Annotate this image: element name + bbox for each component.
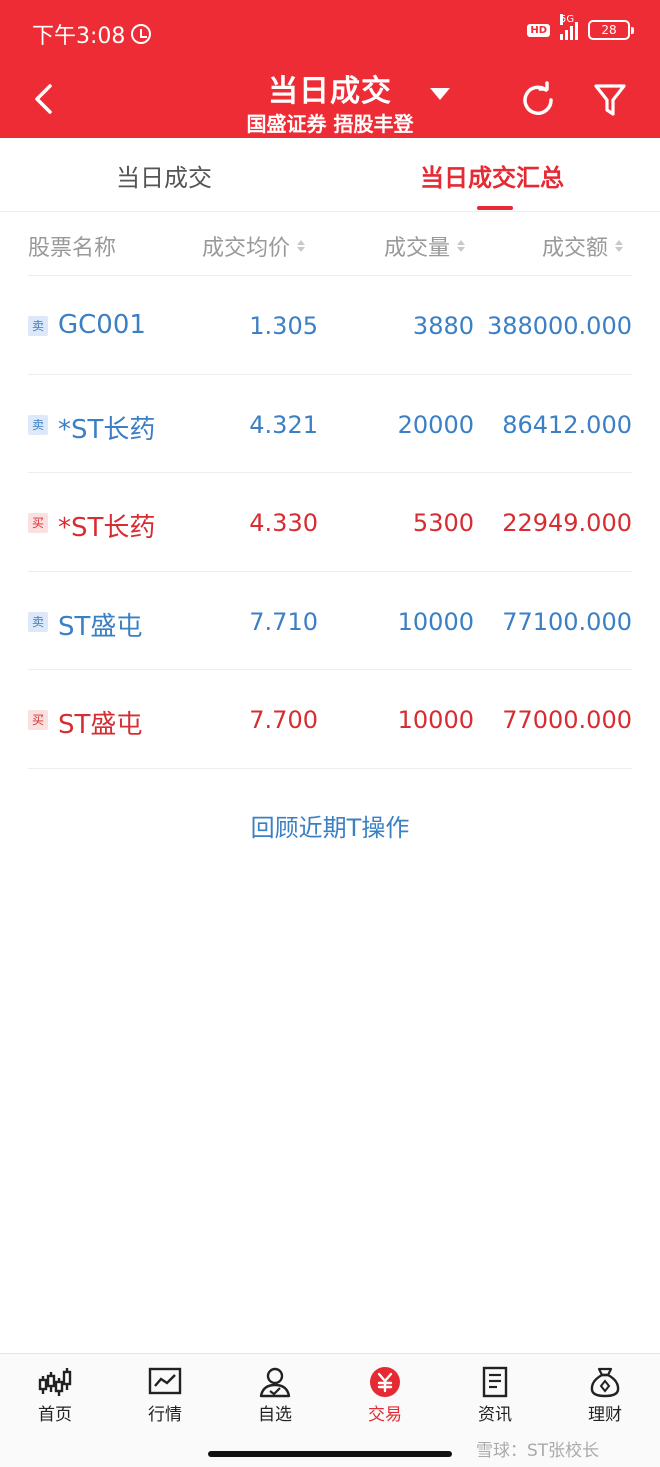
status-time: 下午3:08 xyxy=(32,24,126,49)
stock-name: ST盛屯 xyxy=(58,611,143,642)
dropdown-icon[interactable] xyxy=(430,88,450,100)
sort-icon xyxy=(615,240,624,252)
nav-watchlist-label: 自选 xyxy=(258,1405,292,1425)
status-bar: 下午3:08 HD 5G 28 xyxy=(0,0,660,66)
nav-news-label: 资讯 xyxy=(478,1405,512,1425)
network-label: 5G xyxy=(560,14,575,25)
side-badge: 买 xyxy=(28,710,48,730)
column-stock-name: 股票名称 xyxy=(28,230,116,262)
chart-icon xyxy=(148,1367,182,1395)
side-badge: 买 xyxy=(28,513,48,533)
account-name[interactable]: 国盛证券 捂股丰登 xyxy=(0,108,660,137)
document-icon xyxy=(482,1366,508,1398)
nav-quotes[interactable]: 行情 xyxy=(125,1366,205,1425)
amount: 388000.000 xyxy=(486,312,632,340)
sort-icon xyxy=(457,240,466,252)
user-check-icon xyxy=(259,1367,291,1398)
nav-home-label: 首页 xyxy=(38,1405,72,1425)
avg-price: 1.305 xyxy=(249,312,318,340)
stock-name: ST盛屯 xyxy=(58,710,143,740)
yuan-icon xyxy=(370,1367,400,1397)
side-badge: 卖 xyxy=(28,316,48,336)
table-row[interactable]: 卖 ST盛屯 7.710 10000 77100.000 xyxy=(28,572,632,670)
hd-badge: HD xyxy=(527,23,550,37)
column-avg-price[interactable]: 成交均价 xyxy=(202,230,306,262)
volume: 10000 xyxy=(397,607,474,636)
nav-bar: 当日成交 国盛证券 捂股丰登 xyxy=(0,60,660,138)
alarm-icon xyxy=(131,24,152,44)
refresh-icon[interactable] xyxy=(518,80,558,120)
signal-icon: 5G xyxy=(560,14,578,40)
nav-home[interactable]: 首页 xyxy=(15,1366,95,1425)
avg-price: 4.330 xyxy=(249,509,318,537)
column-volume[interactable]: 成交量 xyxy=(384,230,466,262)
side-badge: 卖 xyxy=(28,611,48,632)
avg-price: 4.321 xyxy=(249,410,318,439)
volume: 10000 xyxy=(397,706,474,734)
nav-trade-label: 交易 xyxy=(368,1405,402,1425)
column-amount[interactable]: 成交额 xyxy=(542,230,624,262)
sort-icon xyxy=(297,240,306,252)
volume: 3880 xyxy=(412,312,474,340)
tab-daily-trades[interactable]: 当日成交 xyxy=(116,158,212,193)
nav-wealth[interactable]: 理财 xyxy=(565,1366,645,1425)
nav-wealth-label: 理财 xyxy=(588,1405,622,1425)
table-header: 股票名称 成交均价 成交量 成交额 xyxy=(28,212,632,276)
column-amount-label: 成交额 xyxy=(542,236,609,261)
money-bag-icon xyxy=(590,1367,620,1398)
amount: 86412.000 xyxy=(502,410,632,439)
review-recent-t-link[interactable]: 回顾近期T操作 xyxy=(0,808,660,843)
table-row[interactable]: 卖 GC001 1.305 3880 388000.000 xyxy=(28,276,632,375)
column-volume-label: 成交量 xyxy=(384,236,451,261)
nav-watchlist[interactable]: 自选 xyxy=(235,1366,315,1425)
tab-daily-summary[interactable]: 当日成交汇总 xyxy=(420,158,564,193)
nav-news[interactable]: 资讯 xyxy=(455,1366,535,1425)
avg-price: 7.710 xyxy=(249,607,318,636)
table-row[interactable]: 买 ST盛屯 7.700 10000 77000.000 xyxy=(28,670,632,769)
filter-icon[interactable] xyxy=(592,80,628,120)
volume: 5300 xyxy=(412,509,474,537)
avg-price: 7.700 xyxy=(249,706,318,734)
active-tab-indicator xyxy=(477,206,513,210)
table-row[interactable]: 卖 *ST长药 4.321 20000 86412.000 xyxy=(28,375,632,473)
column-avg-price-label: 成交均价 xyxy=(202,236,291,261)
amount: 77100.000 xyxy=(502,607,632,636)
status-time-group: 下午3:08 xyxy=(32,18,152,50)
amount: 22949.000 xyxy=(502,509,632,537)
stock-name: *ST长药 xyxy=(58,414,156,445)
nav-quotes-label: 行情 xyxy=(148,1405,182,1425)
column-stock-name-label: 股票名称 xyxy=(28,236,117,261)
side-badge: 卖 xyxy=(28,414,48,435)
watermark: 雪球：ST张校长 xyxy=(476,1441,600,1461)
stock-name: GC001 xyxy=(58,310,146,340)
page-title: 当日成交 xyxy=(268,74,392,109)
stock-name: *ST长药 xyxy=(58,513,156,543)
volume: 20000 xyxy=(397,410,474,439)
candlestick-icon xyxy=(38,1368,72,1396)
tab-bar: 当日成交 当日成交汇总 xyxy=(0,138,660,212)
battery-icon: 28 xyxy=(588,20,634,40)
home-indicator[interactable] xyxy=(208,1451,452,1457)
bottom-nav: 首页 行情 自选 交易 资讯 理财 雪球：ST张校长 xyxy=(0,1353,660,1467)
status-indicators: HD 5G 28 xyxy=(527,14,634,40)
trade-list: 卖 GC001 1.305 3880 388000.000 卖 *ST长药 4.… xyxy=(28,276,632,769)
app-header: 下午3:08 HD 5G 28 当日成交 国盛证券 捂股丰登 xyxy=(0,0,660,138)
amount: 77000.000 xyxy=(502,706,632,734)
nav-trade[interactable]: 交易 xyxy=(345,1366,425,1425)
table-row[interactable]: 买 *ST长药 4.330 5300 22949.000 xyxy=(28,473,632,572)
